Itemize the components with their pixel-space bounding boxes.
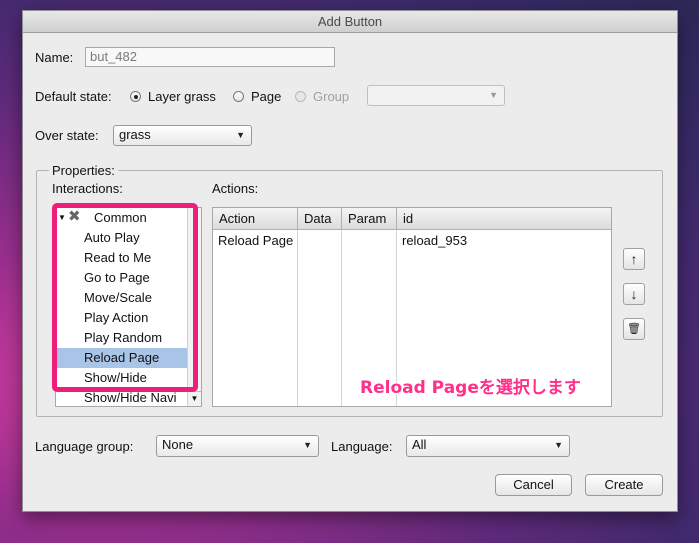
column-header-data[interactable]: Data	[298, 208, 342, 230]
interactions-label: Interactions:	[52, 181, 123, 196]
language-group-label: Language group:	[35, 439, 134, 454]
chevron-down-icon: ▼	[303, 440, 312, 450]
window-title: Add Button	[23, 11, 677, 33]
group-select[interactable]: ▼	[367, 85, 505, 106]
actions-label: Actions:	[212, 181, 259, 196]
radio-page[interactable]	[233, 91, 244, 102]
name-field[interactable]: but_482	[85, 47, 335, 67]
highlight-box	[52, 203, 198, 392]
over-state-label: Over state:	[35, 128, 99, 143]
chevron-down-icon: ▼	[554, 440, 563, 450]
language-select[interactable]: All ▼	[406, 435, 570, 457]
chevron-down-icon: ▼	[236, 130, 245, 140]
language-group-value: None	[162, 437, 194, 452]
properties-label: Properties:	[49, 163, 118, 178]
delete-trash-icon-button[interactable]: 🗑	[623, 318, 645, 340]
move-up-button[interactable]: ↑	[623, 248, 645, 270]
language-group-select[interactable]: None ▼	[156, 435, 319, 457]
table-row[interactable]: Reload Page reload_953	[213, 230, 611, 250]
radio-group[interactable]	[295, 91, 306, 102]
default-state-label: Default state:	[35, 89, 112, 104]
chevron-down-icon: ▼	[489, 90, 498, 100]
radio-group-label: Group	[313, 89, 350, 104]
radio-layer-grass-label[interactable]: Layer grass	[148, 89, 216, 104]
cell-action: Reload Page	[218, 233, 294, 248]
scroll-down-arrow-icon[interactable]: ▼	[188, 391, 201, 406]
column-divider	[297, 230, 298, 406]
create-button[interactable]: Create	[585, 474, 663, 496]
language-value: All	[412, 437, 427, 452]
annotation-text: Reload Pageを選択します	[360, 378, 581, 398]
cancel-button[interactable]: Cancel	[495, 474, 572, 496]
name-label: Name:	[35, 50, 74, 65]
cell-id: reload_953	[402, 233, 468, 248]
over-state-select[interactable]: grass ▼	[113, 125, 252, 146]
column-divider	[341, 230, 342, 406]
column-header-action[interactable]: Action	[213, 208, 298, 230]
column-header-id[interactable]: id	[397, 208, 611, 230]
column-header-param[interactable]: Param	[342, 208, 397, 230]
radio-page-label[interactable]: Page	[251, 89, 281, 104]
over-state-value: grass	[119, 127, 151, 142]
radio-layer-grass[interactable]	[130, 91, 141, 102]
language-label: Language:	[331, 439, 393, 454]
move-down-button[interactable]: ↓	[623, 283, 645, 305]
